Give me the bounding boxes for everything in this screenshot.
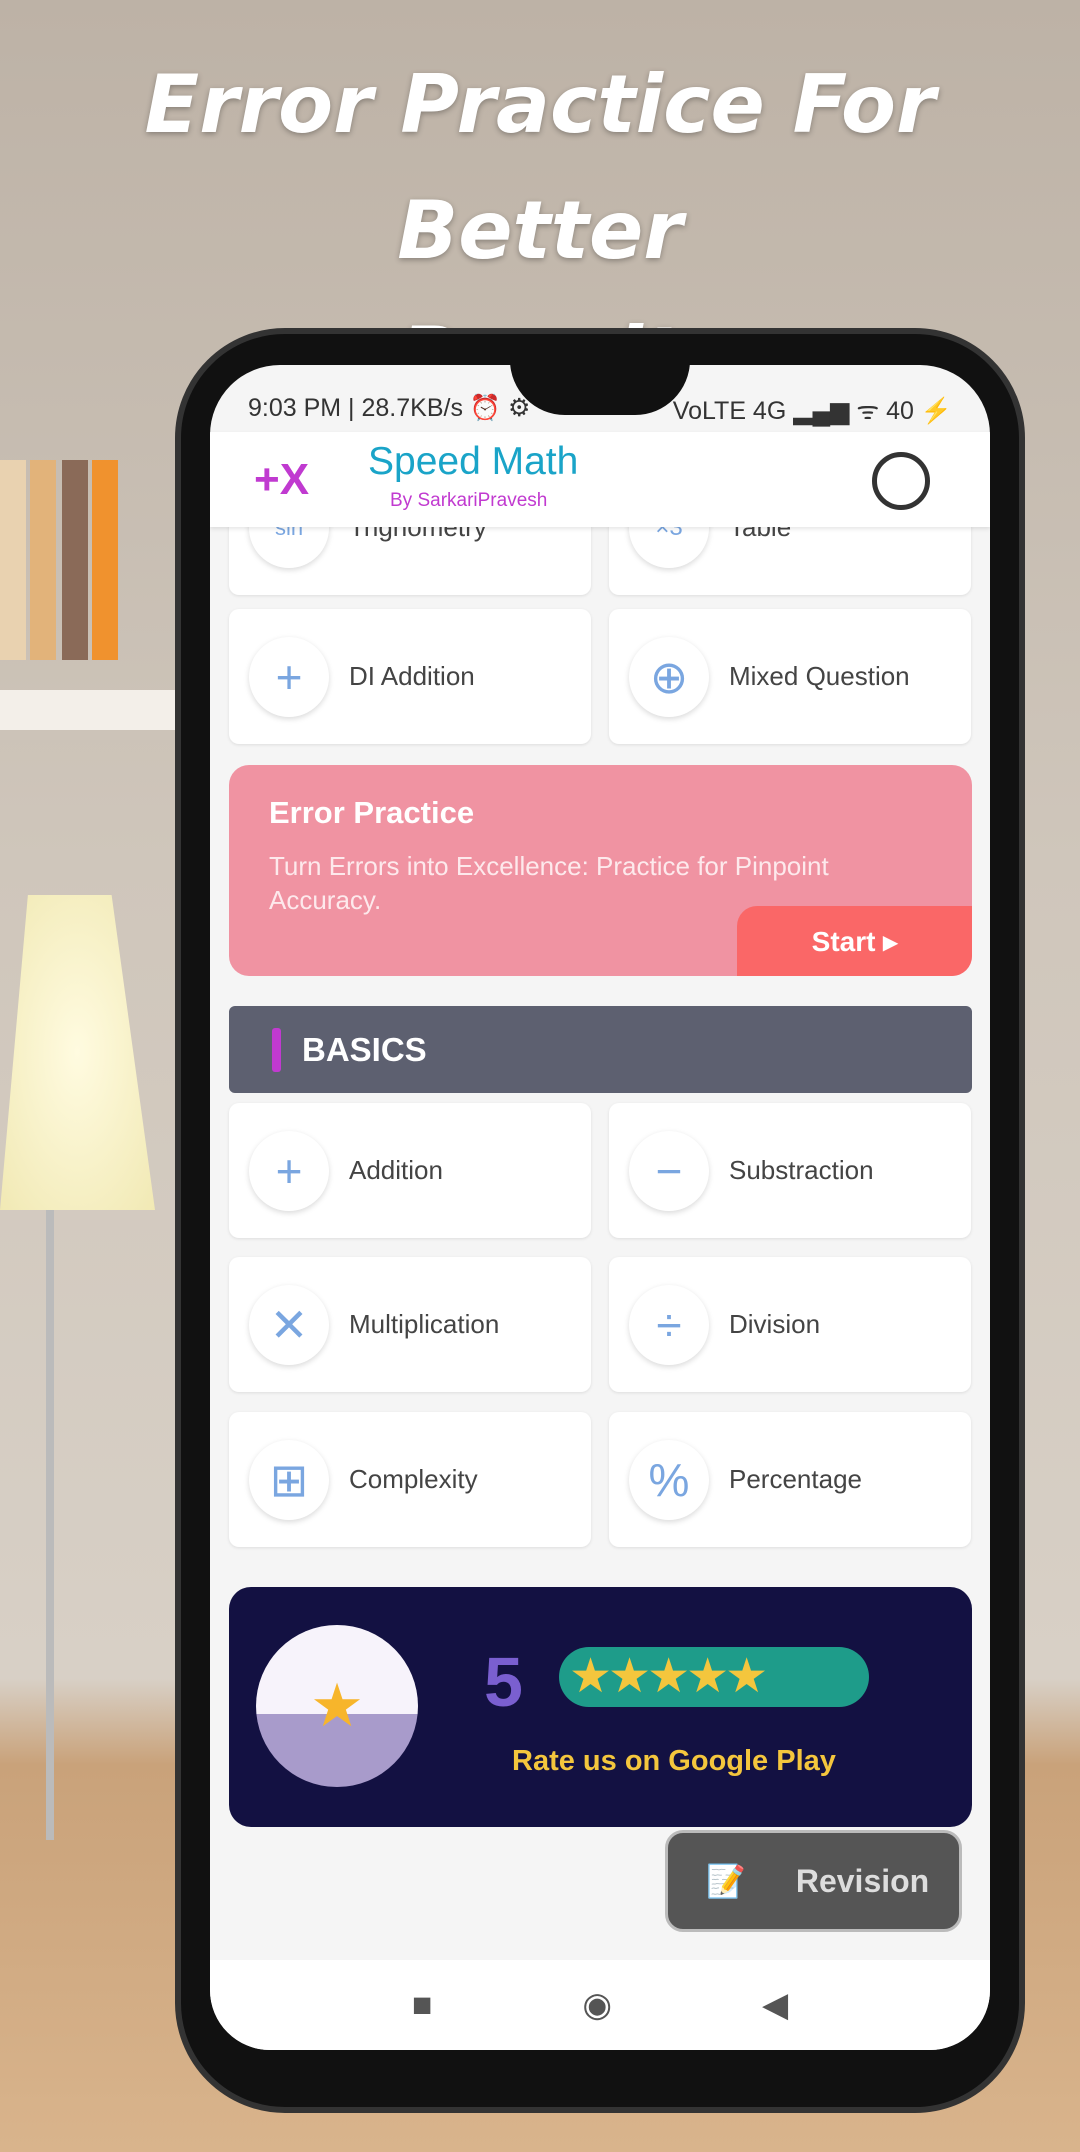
notebook-icon: 📝 — [706, 1863, 746, 1899]
card-complexity[interactable]: ⊞ Complexity — [229, 1412, 591, 1547]
lamp — [0, 895, 155, 1210]
card-label: Substraction — [729, 1155, 874, 1185]
status-icons: VoLTE 4G ▂▄▆ ᯤ 40 ⚡ — [672, 397, 952, 425]
book — [92, 460, 118, 660]
card-label: Complexity — [349, 1464, 478, 1494]
phone-screen: 9:03 PM | 28.7KB/s ⏰ ⚙ VoLTE 4G ▂▄▆ ᯤ 40… — [210, 365, 990, 2050]
divide-icon: ÷ — [629, 1284, 709, 1365]
card-substraction[interactable]: − Substraction — [609, 1103, 971, 1238]
funnel-icon: ⊕ — [629, 636, 709, 717]
card-division[interactable]: ÷ Division — [609, 1257, 971, 1392]
card-label: Percentage — [729, 1464, 862, 1494]
banner-text: Rate us on Google Play — [512, 1745, 836, 1777]
book — [30, 460, 56, 660]
accent-bar — [272, 1028, 281, 1072]
app-subtitle: By SarkariPravesh — [390, 490, 548, 511]
card-percentage[interactable]: % Percentage — [609, 1412, 971, 1547]
star-illustration-icon: ★ — [256, 1625, 418, 1787]
complexity-icon: ⊞ — [249, 1439, 329, 1520]
card-mixed-question[interactable]: ⊕ Mixed Question — [609, 609, 971, 744]
navigation-bar: ■ ◉ ◀ — [210, 1960, 990, 2050]
five-stars-icon: ★★★★★ — [559, 1647, 869, 1707]
card-multiplication[interactable]: ✕ Multiplication — [229, 1257, 591, 1392]
revision-label: Revision — [795, 1862, 930, 1899]
plus-icon: + — [249, 1130, 329, 1211]
app-title: Speed Math — [368, 440, 579, 483]
multiply-icon: ✕ — [249, 1284, 329, 1365]
support-agent-icon[interactable] — [872, 452, 930, 510]
card-label: Mixed Question — [729, 661, 910, 691]
plus-icon: + — [249, 636, 329, 717]
shelf — [0, 690, 175, 730]
book — [0, 460, 26, 660]
revision-button[interactable]: 📝 Revision — [665, 1830, 962, 1932]
percent-icon: % — [629, 1439, 709, 1520]
card-di-addition[interactable]: + DI Addition — [229, 609, 591, 744]
app-bar: +X Speed Math By SarkariPravesh — [210, 432, 990, 527]
banner-number: 5 — [484, 1643, 523, 1721]
home-icon[interactable]: ◉ — [582, 1985, 612, 2025]
minus-icon: − — [629, 1130, 709, 1211]
card-addition[interactable]: + Addition — [229, 1103, 591, 1238]
status-bar: 9:03 PM | 28.7KB/s ⏰ ⚙ VoLTE 4G ▂▄▆ ᯤ 40… — [248, 393, 952, 427]
lamp-pole — [46, 1210, 54, 1840]
error-practice-card[interactable]: Error Practice Turn Errors into Excellen… — [229, 765, 972, 976]
status-time: 9:03 PM | 28.7KB/s ⏰ ⚙ — [248, 394, 531, 422]
recents-icon[interactable]: ■ — [412, 1986, 433, 2025]
card-label: Multiplication — [349, 1309, 500, 1339]
basics-header: BASICS — [229, 1006, 972, 1093]
card-label: DI Addition — [349, 661, 475, 691]
rate-us-banner[interactable]: ★ 5 ★★★★★ Rate us on Google Play — [229, 1587, 972, 1827]
error-practice-title: Error Practice — [269, 795, 475, 830]
basics-title: BASICS — [302, 1031, 427, 1068]
app-logo: +X — [254, 455, 310, 504]
book — [62, 460, 88, 660]
headline-line1: Error Practice For Better — [144, 58, 936, 277]
back-icon[interactable]: ◀ — [762, 1985, 788, 2025]
card-label: Addition — [349, 1155, 443, 1185]
start-button[interactable]: Start ▸ — [737, 906, 972, 976]
card-label: Division — [729, 1309, 821, 1339]
